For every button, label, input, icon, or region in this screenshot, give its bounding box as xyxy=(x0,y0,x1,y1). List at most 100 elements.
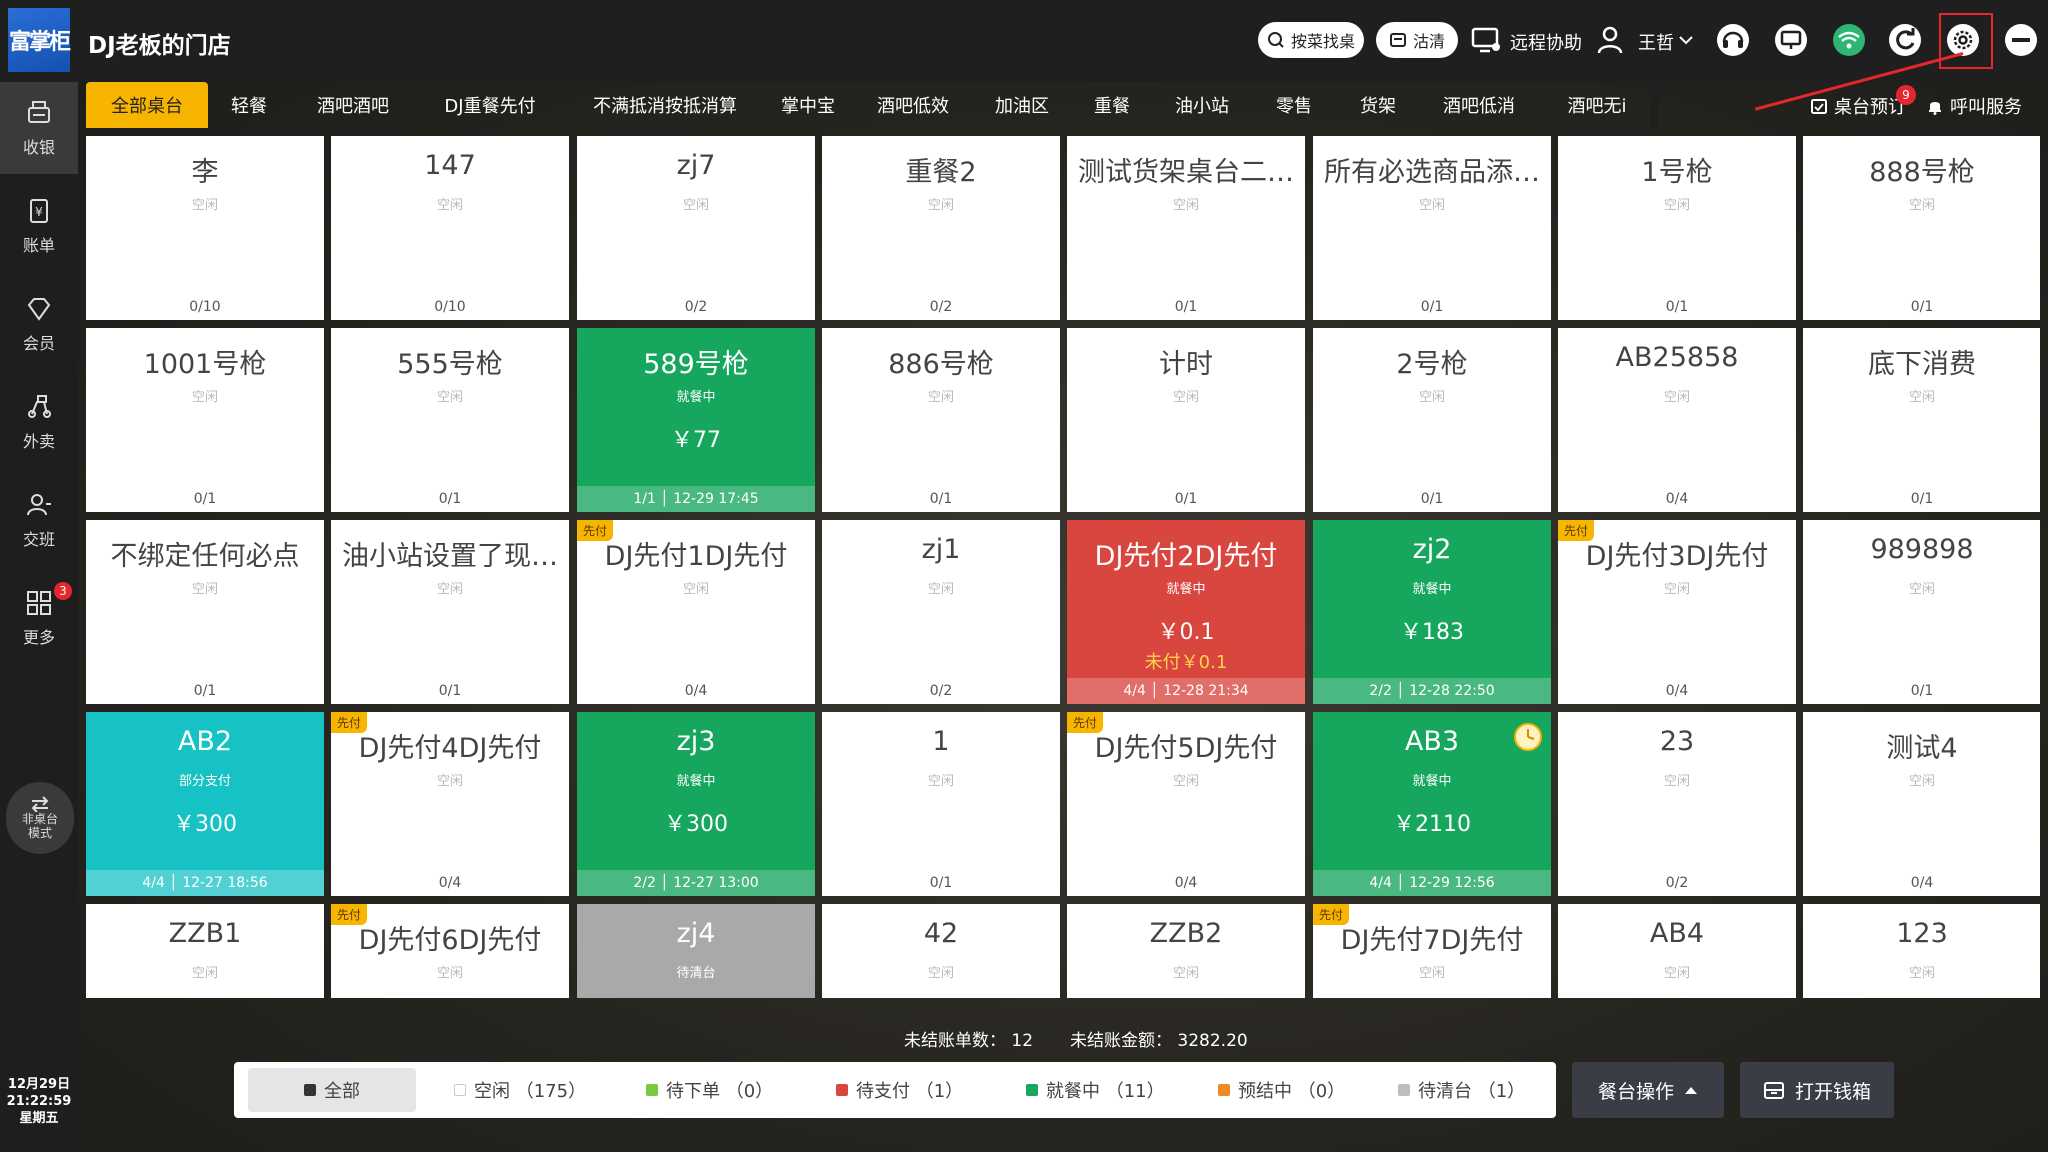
table-card[interactable]: 所有必选商品添… 空闲 0/1 xyxy=(1313,136,1551,320)
table-card[interactable]: DJ先付3DJ先付 空闲 0/4 先付 xyxy=(1558,520,1796,704)
tab-10[interactable]: 零售 xyxy=(1248,82,1340,128)
table-card[interactable]: zj1 空闲 0/2 xyxy=(822,520,1060,704)
table-card[interactable]: 123 空闲 xyxy=(1803,904,2040,998)
table-card[interactable]: 1号枪 空闲 0/1 xyxy=(1558,136,1796,320)
table-card[interactable]: 测试4 空闲 0/4 xyxy=(1803,712,2040,896)
sidebar-item-member[interactable]: 会员 xyxy=(0,278,78,370)
tab-6[interactable]: 酒吧低效 xyxy=(850,82,976,128)
table-guests-time: 0/10 xyxy=(189,299,221,315)
table-guests-time: 1/1 │ 12-29 17:45 xyxy=(577,486,815,512)
status-filter-0[interactable]: 全部 xyxy=(248,1068,416,1112)
table-card[interactable]: DJ先付2DJ先付 就餐中 ￥0.1 未付￥0.1 4/4 │ 12-28 21:34 xyxy=(1067,520,1305,704)
tab-13[interactable]: 酒吧无i xyxy=(1542,82,1648,128)
brand-logo: 富掌柜 xyxy=(8,8,71,72)
tab-12[interactable]: 酒吧低消 xyxy=(1416,82,1542,128)
table-card[interactable]: 2号枪 空闲 0/1 xyxy=(1313,328,1551,512)
table-card[interactable]: AB4 空闲 xyxy=(1558,904,1796,998)
table-card[interactable]: 1001号枪 空闲 0/1 xyxy=(86,328,324,512)
table-card[interactable]: 886号枪 空闲 0/1 xyxy=(822,328,1060,512)
table-card[interactable]: 555号枪 空闲 0/1 xyxy=(331,328,569,512)
tab-7[interactable]: 加油区 xyxy=(976,82,1068,128)
table-guests-time: 0/1 xyxy=(929,875,953,891)
sidebar-item-bills[interactable]: ¥ 账单 xyxy=(0,180,78,272)
search-dish-button[interactable]: 按菜找桌 xyxy=(1258,22,1364,58)
tab-1[interactable]: 轻餐 xyxy=(208,82,290,128)
table-guests-time: 2/2 │ 12-28 22:50 xyxy=(1313,678,1551,704)
unsettled-count-label: 未结账单数： xyxy=(904,1031,1006,1051)
table-card[interactable]: 989898 空闲 0/1 xyxy=(1803,520,2040,704)
table-card[interactable]: 42 空闲 xyxy=(822,904,1060,998)
table-guests-time: 2/2 │ 12-27 13:00 xyxy=(577,870,815,896)
sold-out-button[interactable]: 沽清 xyxy=(1376,22,1458,58)
table-card[interactable]: 油小站设置了现… 空闲 0/1 xyxy=(331,520,569,704)
table-card[interactable]: DJ先付5DJ先付 空闲 0/4 先付 xyxy=(1067,712,1305,896)
table-card[interactable]: 147 空闲 0/10 xyxy=(331,136,569,320)
customer-service-icon[interactable] xyxy=(1713,20,1753,60)
table-name: 1 xyxy=(932,726,950,757)
status-filter-6[interactable]: 待清台 （1） xyxy=(1388,1068,1535,1112)
table-status: 空闲 xyxy=(1418,198,1445,213)
table-card[interactable]: AB25858 空闲 0/4 xyxy=(1558,328,1796,512)
table-card[interactable]: 23 空闲 0/2 xyxy=(1558,712,1796,896)
tab-3[interactable]: DJ重餐先付 xyxy=(416,82,564,128)
minimize-icon[interactable] xyxy=(2001,20,2041,60)
non-table-mode-button[interactable]: 非桌台 模式 xyxy=(6,782,74,854)
table-card[interactable]: DJ先付7DJ先付 空闲 先付 xyxy=(1313,904,1551,998)
user-name[interactable]: 王哲 xyxy=(1638,29,1674,55)
table-card[interactable]: 李空闲 0/10 xyxy=(86,136,324,320)
chevron-down-icon[interactable] xyxy=(1674,20,1698,60)
table-card[interactable]: 测试货架桌台二… 空闲 0/1 xyxy=(1067,136,1305,320)
wifi-icon[interactable] xyxy=(1829,20,1869,60)
table-guests-time: 0/1 xyxy=(193,683,217,699)
table-card[interactable]: zj2 就餐中 ￥183 2/2 │ 12-28 22:50 xyxy=(1313,520,1551,704)
table-status: 空闲 xyxy=(1663,198,1690,213)
table-card[interactable]: ZZB2 空闲 xyxy=(1067,904,1305,998)
table-card[interactable]: zj4 待清台 xyxy=(577,904,815,998)
monitor-icon[interactable] xyxy=(1466,20,1506,60)
status-filter-3[interactable]: 待支付 （1） xyxy=(826,1068,973,1112)
tab-9[interactable]: 油小站 xyxy=(1156,82,1248,128)
sidebar-item-delivery[interactable]: 外卖 xyxy=(0,376,78,468)
remote-assist-label[interactable]: 远程协助 xyxy=(1510,29,1582,55)
table-card[interactable]: ZZB1 空闲 xyxy=(86,904,324,998)
tab-0[interactable]: 全部桌台 xyxy=(86,82,208,128)
table-card[interactable]: zj7 空闲 0/2 xyxy=(577,136,815,320)
status-filter-2[interactable]: 待下单 （0） xyxy=(636,1068,783,1112)
tab-2[interactable]: 酒吧酒吧 xyxy=(290,82,416,128)
cashier-icon xyxy=(28,101,50,123)
table-guests-time: 0/1 xyxy=(193,491,217,507)
sidebar-item-shift[interactable]: 交班 xyxy=(0,474,78,566)
tab-8[interactable]: 重餐 xyxy=(1068,82,1156,128)
table-card[interactable]: 1 空闲 0/1 xyxy=(822,712,1060,896)
table-card[interactable]: DJ先付1DJ先付 空闲 0/4 先付 xyxy=(577,520,815,704)
sidebar-item-label: 会员 xyxy=(22,334,55,353)
refresh-icon[interactable] xyxy=(1885,20,1925,60)
table-card[interactable]: DJ先付6DJ先付 空闲 先付 xyxy=(331,904,569,998)
sidebar-item-cashier[interactable]: 收银 xyxy=(0,82,78,174)
table-guests-time: 0/4 xyxy=(438,875,462,891)
call-service-button[interactable]: 呼叫服务 xyxy=(1926,92,2022,120)
table-card[interactable]: zj3 就餐中 ￥300 2/2 │ 12-27 13:00 xyxy=(577,712,815,896)
screen-icon[interactable] xyxy=(1771,20,1811,60)
tab-5[interactable]: 掌中宝 xyxy=(766,82,850,128)
status-filter-4[interactable]: 就餐中 （11） xyxy=(1016,1068,1175,1112)
tab-4[interactable]: 不满抵消按抵消算 xyxy=(564,82,766,128)
table-card[interactable]: DJ先付4DJ先付 空闲 0/4 先付 xyxy=(331,712,569,896)
table-name: 李 xyxy=(191,157,219,188)
status-filter-5[interactable]: 预结中 （0） xyxy=(1208,1068,1355,1112)
table-card[interactable]: 888号枪 空闲 0/1 xyxy=(1803,136,2040,320)
prepay-badge: 先付 xyxy=(331,712,368,733)
status-filter-1[interactable]: 空闲 （175） xyxy=(444,1068,596,1112)
table-card[interactable]: 不绑定任何必点 空闲 0/1 xyxy=(86,520,324,704)
tab-11[interactable]: 货架 xyxy=(1340,82,1416,128)
table-operations-button[interactable]: 餐台操作 xyxy=(1572,1062,1724,1118)
table-status: 空闲 xyxy=(1908,582,1935,597)
table-card[interactable]: AB2 部分支付 ￥300 4/4 │ 12-27 18:56 xyxy=(86,712,324,896)
table-card[interactable]: AB3 就餐中 ￥2110 4/4 │ 12-29 12:56 xyxy=(1313,712,1551,896)
table-card[interactable]: 计时 空闲 0/1 xyxy=(1067,328,1305,512)
table-card[interactable]: 底下消费 空闲 0/1 xyxy=(1803,328,2040,512)
open-cash-drawer-button[interactable]: 打开钱箱 xyxy=(1740,1062,1894,1118)
table-reservation-button[interactable]: 桌台预订 xyxy=(1810,92,1906,120)
table-card[interactable]: 589号枪 就餐中 ￥77 1/1 │ 12-29 17:45 xyxy=(577,328,815,512)
table-card[interactable]: 重餐2 空闲 0/2 xyxy=(822,136,1060,320)
